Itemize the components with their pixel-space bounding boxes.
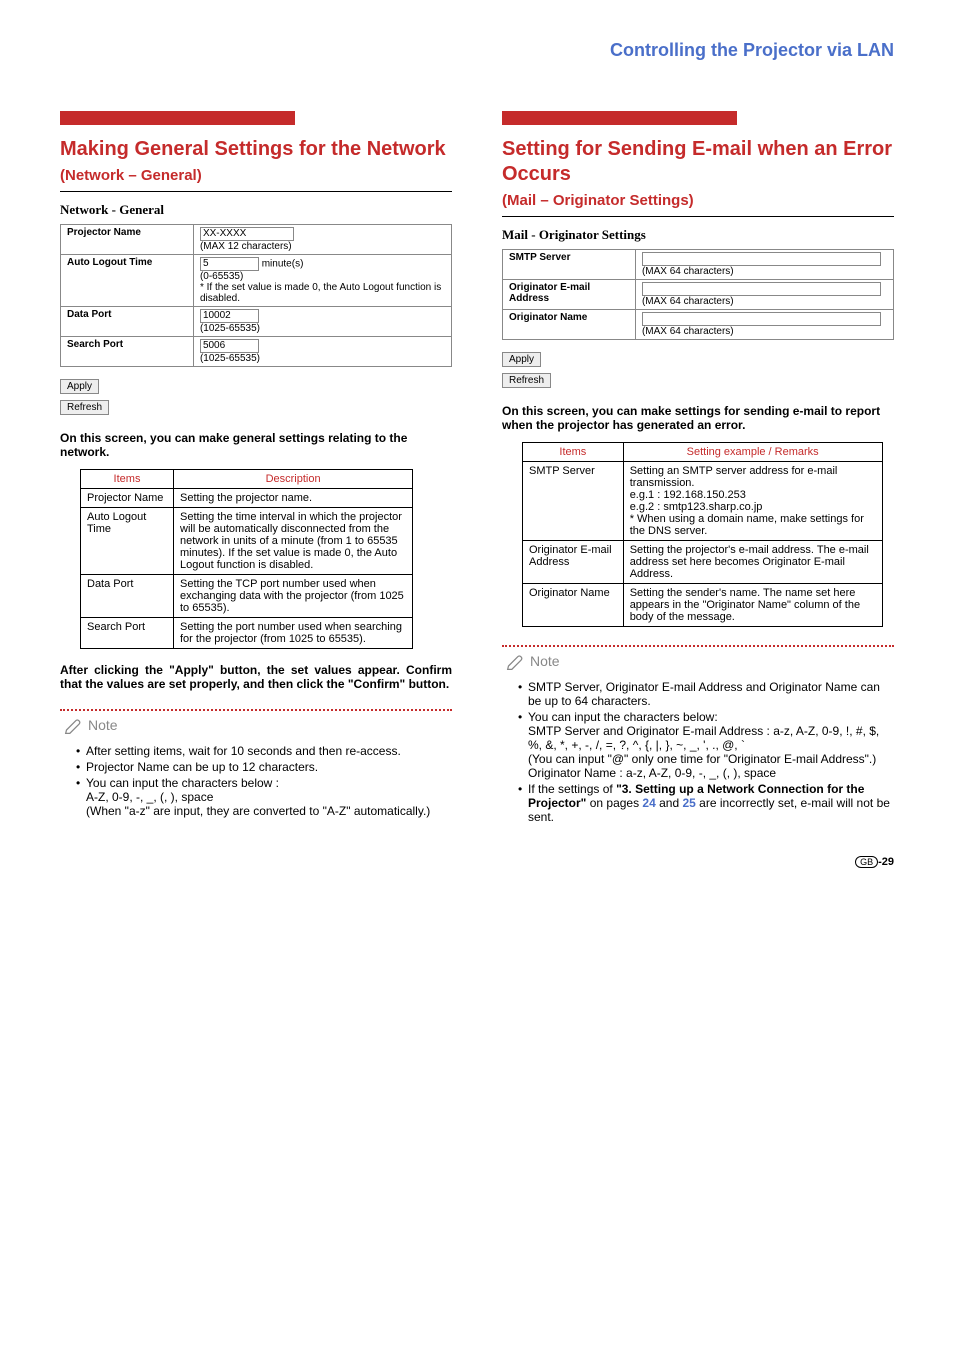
note-item: If the settings of "3. Setting up a Netw… bbox=[518, 782, 894, 824]
left-notes-list: After setting items, wait for 10 seconds… bbox=[60, 744, 452, 818]
right-section-title: Setting for Sending E-mail when an Error… bbox=[502, 137, 894, 217]
title-main: Making General Settings for the Network bbox=[60, 138, 446, 160]
note-item: After setting items, wait for 10 seconds… bbox=[76, 744, 452, 758]
table-cell: Search Port bbox=[81, 618, 174, 649]
table-header: Items bbox=[81, 470, 174, 489]
search-port-input[interactable]: 5006 bbox=[200, 339, 259, 353]
form-note: (MAX 64 characters) bbox=[642, 326, 887, 337]
form-label: Auto Logout Time bbox=[61, 255, 194, 307]
red-accent-bar bbox=[60, 111, 295, 125]
form-note: (1025-65535) bbox=[200, 353, 445, 364]
note-item: Projector Name can be up to 12 character… bbox=[76, 760, 452, 774]
note-item: You can input the characters below : A-Z… bbox=[76, 776, 452, 818]
right-column: Setting for Sending E-mail when an Error… bbox=[502, 111, 894, 826]
note-item: SMTP Server, Originator E-mail Address a… bbox=[518, 680, 894, 708]
page-number: GB-29 bbox=[60, 856, 894, 868]
refresh-button[interactable]: Refresh bbox=[502, 373, 551, 388]
table-cell: Projector Name bbox=[81, 489, 174, 508]
form-note: (MAX 64 characters) bbox=[642, 296, 887, 307]
note-icon bbox=[506, 651, 526, 671]
form-note: (1025-65535) bbox=[200, 323, 445, 334]
form-label: Data Port bbox=[61, 307, 194, 337]
apply-button[interactable]: Apply bbox=[502, 352, 541, 367]
title-main: Setting for Sending E-mail when an Error… bbox=[502, 138, 892, 185]
form-label: Projector Name bbox=[61, 225, 194, 255]
table-cell: Setting the sender's name. The name set … bbox=[623, 584, 882, 627]
form-note: (MAX 64 characters) bbox=[642, 266, 887, 277]
left-lead-text: On this screen, you can make general set… bbox=[60, 431, 452, 459]
network-general-form-table: Projector Name XX-XXXX (MAX 12 character… bbox=[60, 224, 452, 367]
table-header: Items bbox=[523, 443, 624, 462]
table-cell: Originator E-mail Address bbox=[523, 541, 624, 584]
page-header: Controlling the Projector via LAN bbox=[60, 40, 894, 61]
form-note: (MAX 12 characters) bbox=[200, 241, 445, 252]
form-label: SMTP Server bbox=[503, 250, 636, 280]
originator-email-input[interactable] bbox=[642, 282, 881, 296]
page-link[interactable]: 24 bbox=[642, 796, 655, 810]
after-apply-text: After clicking the "Apply" button, the s… bbox=[60, 663, 452, 691]
table-cell: SMTP Server bbox=[523, 462, 624, 541]
projector-name-input[interactable]: XX-XXXX bbox=[200, 227, 294, 241]
note-divider bbox=[502, 645, 894, 647]
originator-name-input[interactable] bbox=[642, 312, 881, 326]
note-icon bbox=[64, 715, 84, 735]
smtp-server-input[interactable] bbox=[642, 252, 881, 266]
title-sub: (Mail – Originator Settings) bbox=[502, 192, 694, 209]
mail-originator-form-table: SMTP Server (MAX 64 characters) Originat… bbox=[502, 249, 894, 340]
note-item: You can input the characters below: SMTP… bbox=[518, 710, 894, 780]
data-port-input[interactable]: 10002 bbox=[200, 309, 259, 323]
note-heading: Note bbox=[506, 651, 560, 671]
note-heading: Note bbox=[64, 715, 118, 735]
table-header: Setting example / Remarks bbox=[623, 443, 882, 462]
left-description-table: Items Description Projector Name Setting… bbox=[80, 469, 413, 649]
form-note: (0-65535) * If the set value is made 0, … bbox=[200, 271, 445, 304]
table-cell: Setting the projector's e-mail address. … bbox=[623, 541, 882, 584]
left-form-heading: Network - General bbox=[60, 202, 452, 218]
form-label: Search Port bbox=[61, 337, 194, 367]
table-cell: Setting an SMTP server address for e-mai… bbox=[623, 462, 882, 541]
right-form-heading: Mail - Originator Settings bbox=[502, 227, 894, 243]
apply-button[interactable]: Apply bbox=[60, 379, 99, 394]
table-cell: Auto Logout Time bbox=[81, 508, 174, 575]
right-description-table: Items Setting example / Remarks SMTP Ser… bbox=[522, 442, 883, 627]
form-label: Originator E-mail Address bbox=[503, 280, 636, 310]
auto-logout-input[interactable]: 5 bbox=[200, 257, 259, 271]
right-notes-list: SMTP Server, Originator E-mail Address a… bbox=[502, 680, 894, 824]
right-lead-text: On this screen, you can make settings fo… bbox=[502, 404, 894, 432]
table-cell: Setting the port number used when search… bbox=[174, 618, 413, 649]
title-sub: (Network – General) bbox=[60, 167, 202, 184]
red-accent-bar bbox=[502, 111, 737, 125]
table-cell: Setting the projector name. bbox=[174, 489, 413, 508]
table-header: Description bbox=[174, 470, 413, 489]
left-section-title: Making General Settings for the Network … bbox=[60, 137, 452, 192]
table-cell: Data Port bbox=[81, 575, 174, 618]
form-label: Originator Name bbox=[503, 310, 636, 340]
table-cell: Originator Name bbox=[523, 584, 624, 627]
refresh-button[interactable]: Refresh bbox=[60, 400, 109, 415]
left-column: Making General Settings for the Network … bbox=[60, 111, 452, 826]
page-link[interactable]: 25 bbox=[682, 796, 695, 810]
table-cell: Setting the TCP port number used when ex… bbox=[174, 575, 413, 618]
note-divider bbox=[60, 709, 452, 711]
unit-label: minute(s) bbox=[262, 259, 304, 270]
table-cell: Setting the time interval in which the p… bbox=[174, 508, 413, 575]
